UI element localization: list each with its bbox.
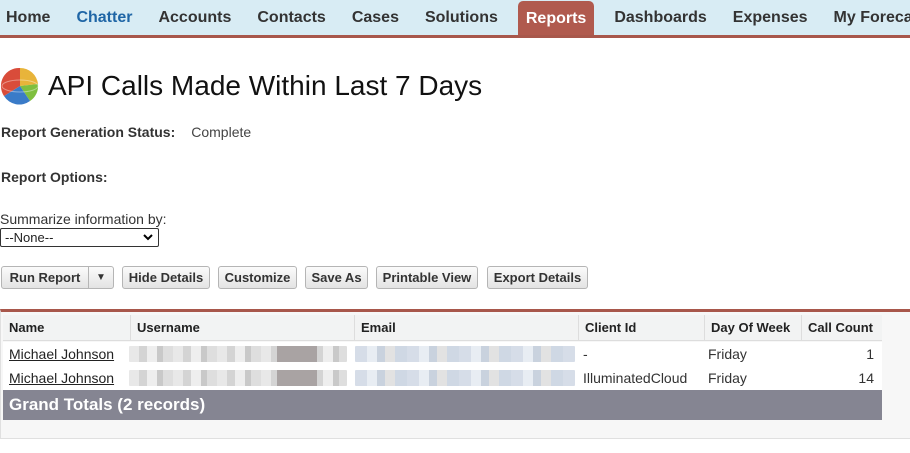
run-report-dropdown-icon[interactable]: ▼	[89, 267, 113, 288]
table-row: Michael Johnson - Friday 1	[3, 342, 882, 366]
status-value: Complete	[191, 124, 252, 140]
tab-accounts[interactable]: Accounts	[152, 0, 237, 35]
customize-button[interactable]: Customize	[218, 266, 297, 289]
title-row: API Calls Made Within Last 7 Days	[0, 64, 482, 108]
hide-details-button[interactable]: Hide Details	[122, 266, 210, 289]
save-as-button[interactable]: Save As	[305, 266, 368, 289]
redacted-email	[355, 346, 575, 362]
export-details-button[interactable]: Export Details	[487, 266, 588, 289]
summarize-select[interactable]: --None--	[0, 228, 159, 247]
table-row: Michael Johnson IlluminatedCloud Friday …	[3, 366, 882, 390]
tab-home[interactable]: Home	[0, 0, 56, 35]
client-id-cell: IlluminatedCloud	[583, 370, 688, 386]
chevron-down-icon	[143, 234, 153, 241]
report-options-label: Report Options:	[1, 169, 108, 185]
summarize-selected-value: --None--	[5, 230, 54, 245]
tab-reports[interactable]: Reports	[517, 1, 595, 35]
printable-view-button[interactable]: Printable View	[376, 266, 478, 289]
page-title: API Calls Made Within Last 7 Days	[48, 70, 483, 101]
tab-my-forecasts[interactable]: My Foreca	[828, 0, 910, 35]
call-count-cell: 1	[866, 346, 874, 362]
redacted-email	[355, 370, 575, 386]
client-id-cell: -	[583, 346, 588, 362]
tab-chatter[interactable]: Chatter	[70, 0, 138, 35]
call-count-cell: 14	[858, 370, 874, 386]
status-label: Report Generation Status:	[1, 124, 176, 140]
tab-dashboards[interactable]: Dashboards	[608, 0, 712, 35]
report-chart-icon	[0, 67, 39, 105]
day-of-week-cell: Friday	[708, 346, 747, 362]
column-header-username[interactable]: Username	[130, 315, 354, 341]
column-header-email[interactable]: Email	[354, 315, 578, 341]
column-header-day-of-week[interactable]: Day Of Week	[704, 315, 801, 341]
tab-expenses[interactable]: Expenses	[727, 0, 814, 35]
run-report-button[interactable]: Run Report ▼	[1, 266, 114, 289]
redacted-username	[129, 370, 347, 386]
table-header: Name Username Email Client Id Day Of Wee…	[3, 315, 882, 341]
column-header-name[interactable]: Name	[3, 315, 130, 341]
report-table: Name Username Email Client Id Day Of Wee…	[0, 309, 910, 439]
day-of-week-cell: Friday	[708, 370, 747, 386]
report-status: Report Generation Status: Complete	[1, 124, 251, 140]
tab-cases[interactable]: Cases	[346, 0, 405, 35]
user-name-link[interactable]: Michael Johnson	[9, 366, 114, 390]
column-header-client-id[interactable]: Client Id	[578, 315, 704, 341]
tab-bar: Home Chatter Accounts Contacts Cases Sol…	[0, 0, 910, 38]
tab-solutions[interactable]: Solutions	[419, 0, 504, 35]
redacted-username	[129, 346, 347, 362]
summarize-label: Summarize information by:	[0, 211, 167, 227]
user-name-link[interactable]: Michael Johnson	[9, 342, 114, 366]
tab-contacts[interactable]: Contacts	[251, 0, 331, 35]
table-body: Michael Johnson - Friday 1 Michael Johns…	[3, 342, 882, 390]
grand-totals-row: Grand Totals (2 records)	[3, 390, 882, 420]
column-header-call-count[interactable]: Call Count	[801, 315, 882, 341]
run-report-label[interactable]: Run Report	[2, 267, 89, 288]
